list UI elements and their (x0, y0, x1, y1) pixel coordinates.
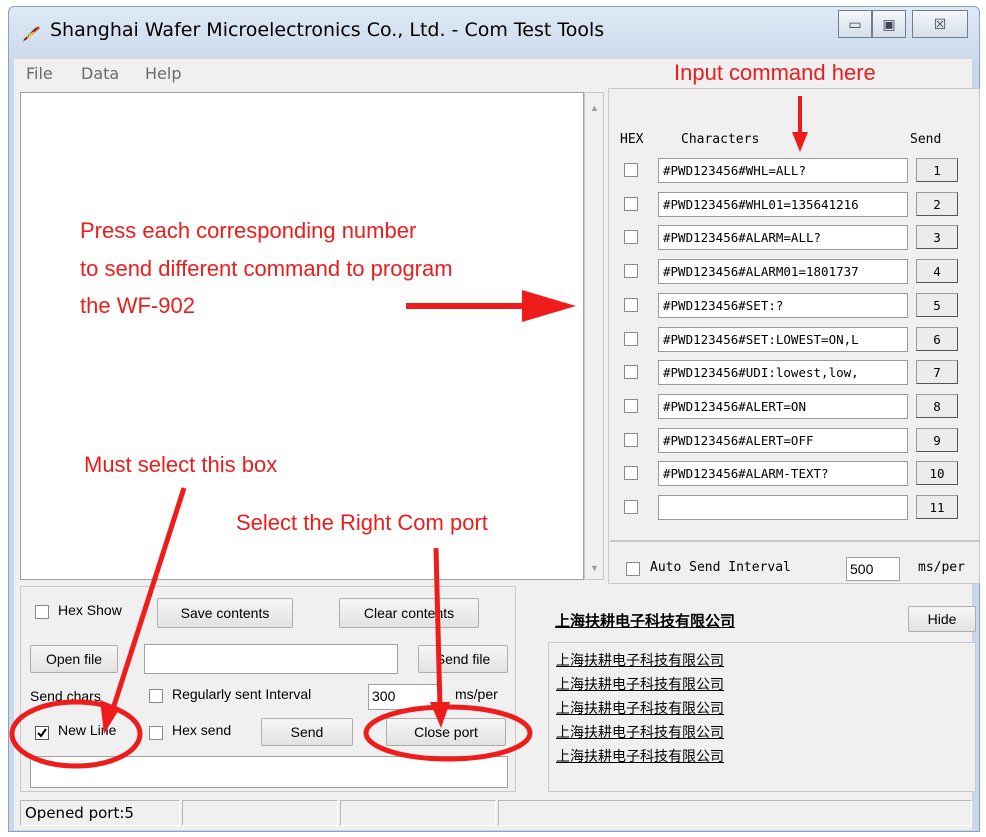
send-column-header: Send (910, 132, 942, 147)
minimize-button[interactable]: ▭ (838, 10, 872, 38)
send-number-button[interactable]: 6 (916, 327, 958, 351)
command-input[interactable]: #PWD123456#ALERT=ON (658, 394, 908, 419)
status-port: Opened port:5 (20, 800, 180, 826)
minimize-icon: ▭ (848, 15, 862, 32)
hex-send-label: Hex send (172, 722, 232, 738)
send-number-button[interactable]: 4 (916, 259, 958, 283)
maximize-icon: ▣ (882, 15, 896, 32)
annotation-select-port: Select the Right Com port (236, 510, 488, 535)
hex-checkbox[interactable] (624, 500, 638, 514)
hex-checkbox[interactable] (624, 298, 638, 312)
hex-checkbox[interactable] (624, 399, 638, 413)
hex-checkbox[interactable] (624, 264, 638, 278)
company-link[interactable]: 上海扶耕电子科技有限公司 (556, 674, 724, 694)
regularly-sent-label: Regularly sent Interval (172, 686, 312, 702)
characters-column-header: Characters (681, 132, 760, 147)
regularly-sent-checkbox[interactable] (149, 689, 163, 703)
annotation-press-line3: the WF-902 (80, 293, 195, 318)
hex-column-header: HEX (620, 132, 644, 147)
receive-text-area[interactable] (20, 92, 584, 580)
hex-checkbox[interactable] (624, 365, 638, 379)
close-window-button[interactable]: ☒ (912, 10, 968, 38)
checkmark-icon (37, 728, 47, 738)
close-icon: ☒ (933, 15, 947, 32)
command-input[interactable]: #PWD123456#WHL01=135641216 (658, 192, 908, 217)
status-cell-2 (182, 800, 338, 826)
command-input[interactable]: #PWD123456#ALARM-TEXT? (658, 461, 908, 486)
status-cell-4 (498, 800, 972, 826)
new-line-checkbox[interactable] (35, 726, 49, 740)
menu-data[interactable]: Data (81, 64, 119, 83)
open-file-button[interactable]: Open file (30, 645, 118, 673)
annotation-must-select: Must select this box (84, 452, 278, 477)
command-input[interactable]: #PWD123456#SET:? (658, 293, 908, 318)
hex-show-checkbox[interactable] (35, 605, 49, 619)
interval-unit: ms/per (455, 686, 498, 702)
hex-checkbox[interactable] (624, 466, 638, 480)
command-input[interactable]: #PWD123456#ALARM01=1801737 (658, 259, 908, 284)
annotation-input-command: Input command here (674, 60, 876, 85)
company-title: 上海扶耕电子科技有限公司 (555, 612, 736, 630)
send-text-input[interactable] (30, 756, 508, 788)
send-number-button[interactable]: 9 (916, 428, 958, 452)
status-cell-3 (340, 800, 496, 826)
file-path-input[interactable] (144, 644, 398, 674)
hex-checkbox[interactable] (624, 197, 638, 211)
auto-send-unit: ms/per (918, 560, 965, 575)
interval-input[interactable]: 300 (368, 684, 442, 710)
scroll-up-icon: ▲ (590, 103, 599, 113)
send-number-button[interactable]: 11 (916, 495, 958, 519)
send-number-button[interactable]: 1 (916, 158, 958, 182)
company-link[interactable]: 上海扶耕电子科技有限公司 (556, 722, 724, 742)
send-number-button[interactable]: 5 (916, 293, 958, 317)
command-input[interactable]: #PWD123456#UDI:lowest,low, (658, 360, 908, 385)
hide-button[interactable]: Hide (908, 606, 976, 632)
send-file-button[interactable]: Send file (418, 645, 508, 673)
maximize-button[interactable]: ▣ (872, 10, 906, 38)
company-link[interactable]: 上海扶耕电子科技有限公司 (556, 698, 724, 718)
new-line-label: New Line (58, 722, 117, 738)
annotation-press-line2: to send different command to program (80, 256, 453, 281)
annotation-press-line1: Press each corresponding number (80, 218, 417, 243)
hex-checkbox[interactable] (624, 163, 638, 177)
close-port-button[interactable]: Close port (386, 718, 506, 746)
company-link[interactable]: 上海扶耕电子科技有限公司 (556, 746, 724, 766)
command-input[interactable]: #PWD123456#ALERT=OFF (658, 428, 908, 453)
save-contents-button[interactable]: Save contents (157, 598, 293, 628)
send-chars-label: Send chars (30, 688, 101, 704)
send-number-button[interactable]: 2 (916, 192, 958, 216)
command-input[interactable] (658, 495, 908, 520)
scroll-down-icon: ▼ (590, 563, 599, 573)
hex-checkbox[interactable] (624, 332, 638, 346)
hex-send-checkbox[interactable] (149, 726, 163, 740)
auto-send-interval-input[interactable]: 500 (846, 557, 900, 581)
menu-help[interactable]: Help (145, 64, 181, 83)
send-button[interactable]: Send (261, 718, 353, 746)
command-input[interactable]: #PWD123456#WHL=ALL? (658, 158, 908, 183)
command-input[interactable]: #PWD123456#ALARM=ALL? (658, 225, 908, 250)
window-title: Shanghai Wafer Microelectronics Co., Ltd… (50, 19, 605, 41)
hex-show-label: Hex Show (58, 602, 122, 618)
company-link[interactable]: 上海扶耕电子科技有限公司 (556, 650, 724, 670)
send-number-button[interactable]: 10 (916, 461, 958, 485)
hex-checkbox[interactable] (624, 433, 638, 447)
auto-send-label: Auto Send Interval (650, 560, 791, 575)
send-number-button[interactable]: 3 (916, 225, 958, 249)
menu-file[interactable]: File (26, 64, 53, 83)
receive-scrollbar[interactable]: ▲ ▼ (584, 92, 604, 580)
clear-contents-button[interactable]: Clear contents (339, 598, 479, 628)
panel-divider (610, 540, 980, 542)
send-number-button[interactable]: 7 (916, 360, 958, 384)
hex-checkbox[interactable] (624, 230, 638, 244)
command-input[interactable]: #PWD123456#SET:LOWEST=ON,L (658, 327, 908, 352)
send-number-button[interactable]: 8 (916, 394, 958, 418)
auto-send-checkbox[interactable] (626, 562, 640, 576)
app-feather-icon (22, 26, 40, 42)
